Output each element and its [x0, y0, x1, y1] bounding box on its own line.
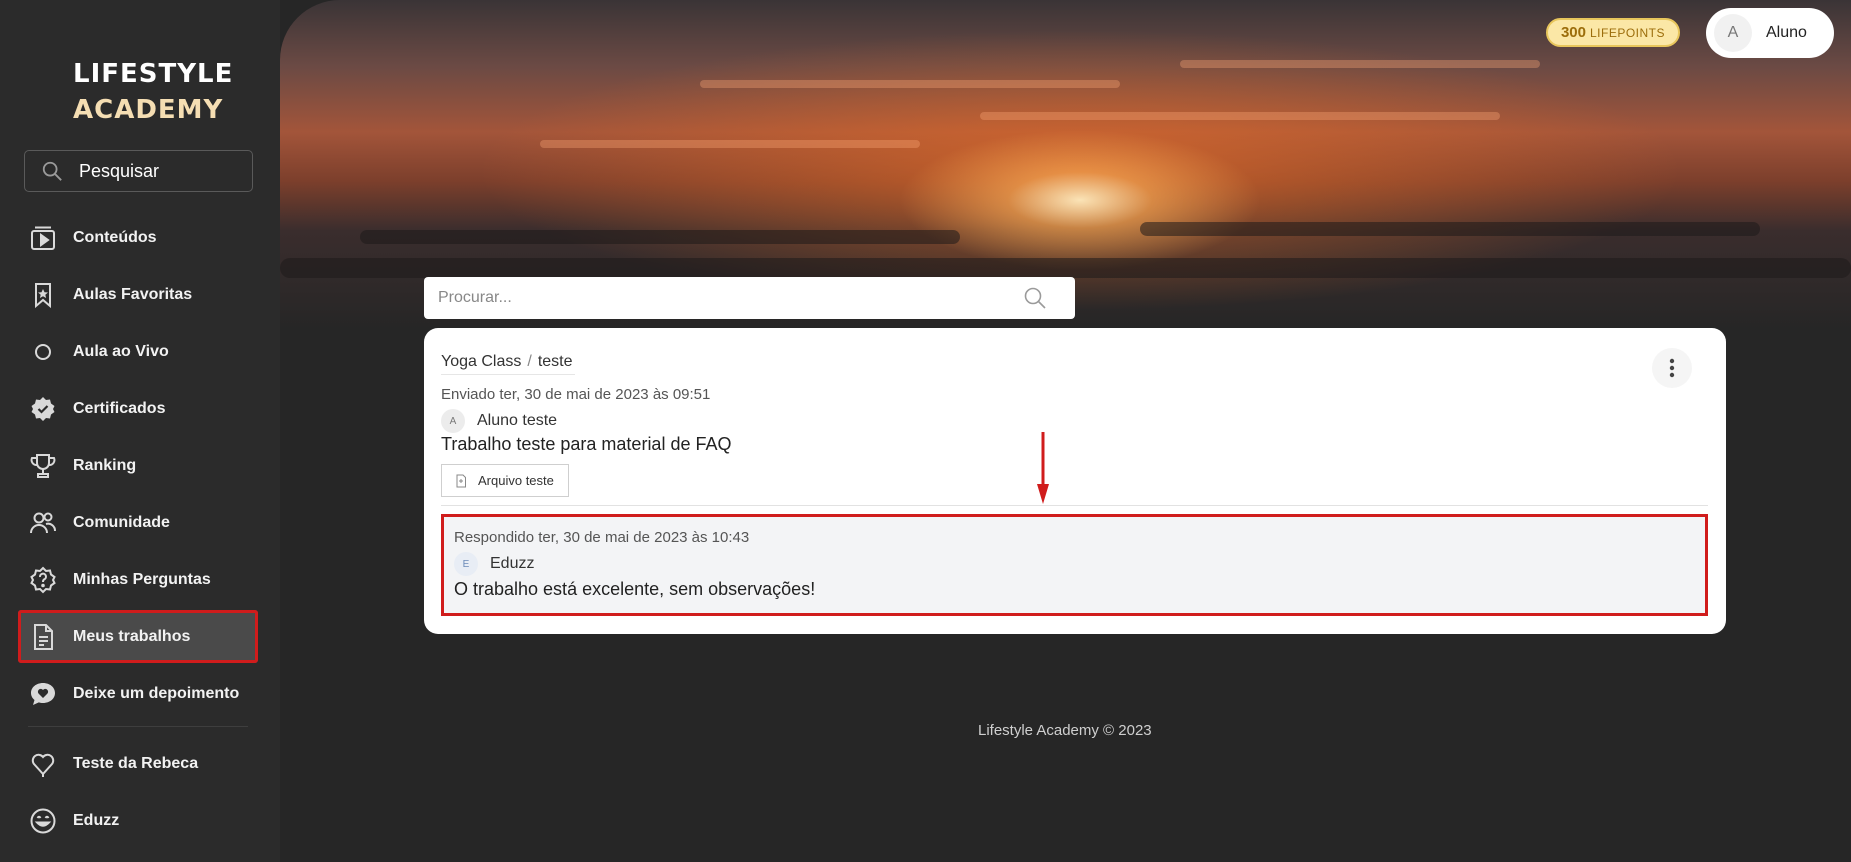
- breadcrumb-underline: [441, 374, 575, 375]
- card-divider: [441, 505, 1708, 506]
- user-menu[interactable]: A Aluno: [1706, 8, 1834, 58]
- banner-cloud: [1140, 222, 1760, 236]
- sidebar-item-conteudos[interactable]: Conteúdos: [18, 211, 258, 264]
- avatar: E: [454, 552, 478, 576]
- footer-copyright: Lifestyle Academy © 2023: [978, 722, 1152, 739]
- work-title: Trabalho teste para material de FAQ: [441, 434, 732, 454]
- question-icon: [28, 565, 58, 595]
- banner-streak: [540, 140, 920, 148]
- sidebar: LIFESTYLE ACADEMY Pesquisar Conteúdos Au…: [0, 0, 280, 862]
- sidebar-item-label: Conteúdos: [73, 228, 157, 246]
- banner-streak: [980, 112, 1500, 120]
- heart-outline-icon: [28, 749, 58, 779]
- badge-check-icon: [28, 394, 58, 424]
- brand-logo[interactable]: LIFESTYLE ACADEMY: [73, 56, 233, 128]
- sidebar-item-ranking[interactable]: Ranking: [18, 439, 258, 492]
- sidebar-item-certificados[interactable]: Certificados: [18, 382, 258, 435]
- reply-author-name: Eduzz: [490, 555, 535, 572]
- breadcrumb-separator: /: [527, 353, 532, 370]
- search-icon: [42, 161, 62, 181]
- banner-cloud: [280, 258, 1851, 278]
- brand-line-2: ACADEMY: [73, 95, 224, 125]
- sidebar-item-minhas-perguntas[interactable]: Minhas Perguntas: [18, 553, 258, 606]
- banner-streak: [1180, 60, 1540, 68]
- sidebar-item-aulas-favoritas[interactable]: Aulas Favoritas: [18, 268, 258, 321]
- annotation-arrow-icon: [1037, 432, 1049, 504]
- sidebar-search[interactable]: Pesquisar: [24, 150, 253, 192]
- reply-text: O trabalho está excelente, sem observaçõ…: [454, 579, 816, 599]
- play-icon: [28, 223, 58, 253]
- brand-line-1: LIFESTYLE: [73, 59, 234, 89]
- lifepoints-value: 300: [1560, 24, 1586, 41]
- sidebar-item-meus-trabalhos[interactable]: Meus trabalhos: [18, 610, 258, 663]
- sidebar-item-aula-ao-vivo[interactable]: Aula ao Vivo: [18, 325, 258, 378]
- attachment-label: Arquivo teste: [478, 473, 554, 488]
- trophy-icon: [28, 451, 58, 481]
- sidebar-item-comunidade[interactable]: Comunidade: [18, 496, 258, 549]
- sent-date: Enviado ter, 30 de mai de 2023 às 09:51: [441, 386, 711, 403]
- heart-chat-icon: [28, 679, 58, 709]
- kebab-icon: [1669, 358, 1675, 378]
- sidebar-item-deixe-um-depoimento[interactable]: Deixe um depoimento: [18, 667, 258, 720]
- sidebar-item-label: Minhas Perguntas: [73, 570, 211, 588]
- sidebar-item-label: Comunidade: [73, 513, 170, 531]
- sidebar-item-eduzz[interactable]: Eduzz: [18, 794, 258, 847]
- breadcrumb-lesson[interactable]: teste: [538, 353, 573, 370]
- banner-streak: [700, 80, 1120, 88]
- user-name: Aluno: [1766, 24, 1807, 41]
- teacher-reply: Respondido ter, 30 de mai de 2023 às 10:…: [441, 514, 1708, 616]
- sidebar-item-label: Deixe um depoimento: [73, 684, 240, 702]
- author-name: Aluno teste: [477, 412, 558, 429]
- sidebar-item-label: Teste da Rebeca: [73, 754, 199, 772]
- lifepoints-badge[interactable]: 300 LIFEPOINTS: [1546, 18, 1680, 47]
- work-card: Yoga Class / teste Enviado ter, 30 de mai …: [424, 328, 1726, 634]
- sidebar-item-label: Meus trabalhos: [73, 627, 191, 645]
- reply-author: E Eduzz: [454, 552, 534, 576]
- bookmark-star-icon: [28, 280, 58, 310]
- breadcrumb: Yoga Class / teste: [441, 353, 573, 371]
- avatar: A: [441, 409, 465, 433]
- circle-icon: [28, 337, 58, 367]
- sidebar-item-label: Aula ao Vivo: [73, 342, 169, 360]
- sidebar-item-teste-da-rebeca[interactable]: Teste da Rebeca: [18, 737, 258, 790]
- sidebar-search-label: Pesquisar: [79, 160, 160, 181]
- smiley-icon: [28, 806, 58, 836]
- search-icon[interactable]: [1023, 286, 1047, 310]
- more-options-button[interactable]: [1652, 348, 1692, 388]
- sidebar-item-label: Aulas Favoritas: [73, 285, 193, 303]
- document-icon: [28, 622, 58, 652]
- avatar: A: [1714, 14, 1752, 52]
- work-author: A Aluno teste: [441, 409, 557, 433]
- sidebar-item-label: Eduzz: [73, 811, 120, 829]
- users-icon: [28, 508, 58, 538]
- sidebar-nav: Conteúdos Aulas Favoritas Aula ao Vivo C…: [18, 211, 258, 851]
- sidebar-item-label: Ranking: [73, 456, 137, 474]
- sidebar-item-label: Certificados: [73, 399, 166, 417]
- reply-date: Respondido ter, 30 de mai de 2023 às 10:…: [454, 529, 750, 546]
- banner-cloud: [360, 230, 960, 244]
- sidebar-divider: [28, 726, 248, 727]
- lifepoints-unit: LIFEPOINTS: [1590, 25, 1666, 40]
- file-icon: [456, 474, 466, 487]
- works-search-bar: [424, 277, 1075, 319]
- attachment-button[interactable]: Arquivo teste: [441, 464, 569, 497]
- works-search-input[interactable]: [438, 289, 998, 307]
- breadcrumb-course[interactable]: Yoga Class: [441, 353, 521, 370]
